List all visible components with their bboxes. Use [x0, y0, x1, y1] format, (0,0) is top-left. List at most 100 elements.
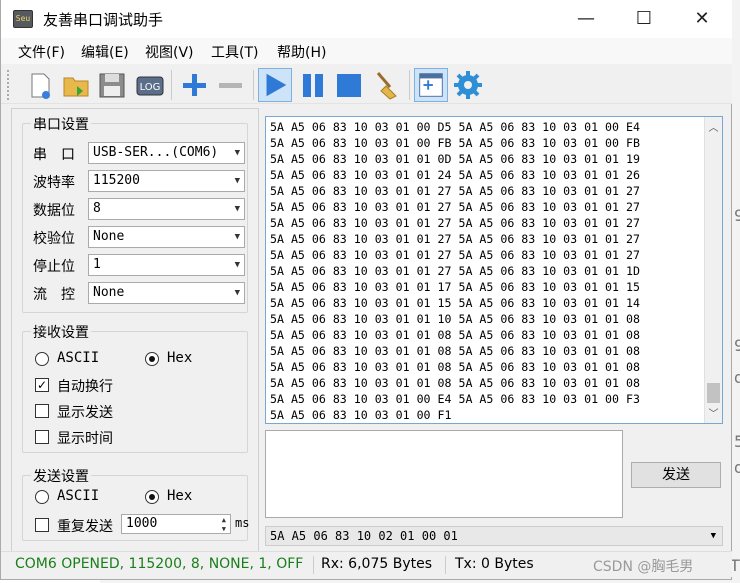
auto-wrap-checkbox[interactable]: ✓: [35, 378, 49, 392]
stop-icon[interactable]: [332, 68, 366, 102]
watermark: CSDN @胸毛男: [593, 559, 694, 575]
receive-hex-radio[interactable]: [145, 352, 159, 366]
databits-select[interactable]: 8 ▼: [88, 198, 245, 220]
app-window: Seu 友善串口调试助手 — ☐ ✕ 文件(F) 编辑(E) 视图(V) 工具(…: [0, 0, 732, 580]
send-button[interactable]: 发送: [631, 462, 721, 488]
show-time-checkbox[interactable]: [35, 430, 49, 444]
title-bar[interactable]: Seu 友善串口调试助手 — ☐ ✕: [1, 0, 732, 38]
status-separator: [313, 556, 314, 574]
toolbar-separator: [409, 70, 410, 100]
interval-value: 1000: [126, 516, 158, 531]
show-send-label: 显示发送: [57, 405, 113, 421]
repeat-send-checkbox[interactable]: [35, 518, 49, 532]
rx-count: Rx: 6,075 Bytes: [321, 556, 432, 572]
log-icon-label: LOG: [140, 82, 161, 93]
send-hex-label: Hex: [167, 488, 193, 504]
stopbits-label: 停止位: [33, 259, 75, 275]
send-hex-radio[interactable]: [145, 490, 159, 504]
chevron-down-icon: ▼: [234, 260, 240, 270]
send-ascii-radio[interactable]: [35, 490, 49, 504]
save-disk-icon[interactable]: [95, 68, 129, 102]
background-text: d: [734, 368, 740, 387]
send-history-select[interactable]: 5A A5 06 83 10 02 01 00 01 ▼: [265, 526, 723, 546]
gear-icon[interactable]: [451, 68, 485, 102]
menu-file[interactable]: 文件(F): [18, 42, 65, 62]
remove-icon[interactable]: [213, 68, 247, 102]
connection-status: COM6 OPENED, 115200, 8, NONE, 1, OFF: [15, 556, 304, 572]
status-separator: [445, 556, 446, 574]
log-icon[interactable]: LOG: [133, 68, 167, 102]
play-icon[interactable]: [258, 68, 292, 102]
pause-icon[interactable]: [296, 68, 330, 102]
minimize-button[interactable]: —: [557, 0, 615, 38]
serial-settings-group: 串口设置 串 口 USB-SER...(COM6) ▼ 波特率 115200 ▼ 数…: [22, 114, 248, 313]
receive-ascii-label: ASCII: [57, 350, 100, 366]
port-select[interactable]: USB-SER...(COM6) ▼: [88, 142, 245, 164]
app-logo-icon: Seu: [13, 10, 33, 28]
maximize-button[interactable]: ☐: [615, 0, 673, 38]
menu-help[interactable]: 帮助(H): [277, 42, 326, 62]
flow-select[interactable]: None ▼: [88, 282, 245, 304]
toolbar-grip[interactable]: [7, 70, 11, 100]
parity-label: 校验位: [33, 231, 75, 247]
toolbar-separator: [171, 70, 172, 100]
menu-bar: 文件(F) 编辑(E) 视图(V) 工具(T) 帮助(H): [1, 38, 732, 64]
interval-unit-label: ms: [235, 516, 250, 530]
background-text: 9: [734, 206, 740, 225]
repeat-interval-stepper[interactable]: 1000 ▲ ▼: [121, 514, 231, 534]
parity-select[interactable]: None ▼: [88, 226, 245, 248]
background-text: 9: [734, 336, 740, 355]
receive-settings-title: 接收设置: [31, 322, 91, 342]
show-time-label: 显示时间: [57, 431, 113, 447]
receive-ascii-radio[interactable]: [35, 352, 49, 366]
show-send-checkbox[interactable]: [35, 404, 49, 418]
new-file-icon[interactable]: [23, 68, 57, 102]
menu-view[interactable]: 视图(V): [145, 42, 194, 62]
chevron-down-icon: ▼: [234, 204, 240, 214]
spinner-arrows-icon[interactable]: ▲ ▼: [222, 516, 226, 534]
add-icon[interactable]: [177, 68, 211, 102]
parity-value: None: [93, 229, 125, 244]
chevron-down-icon: ▼: [234, 148, 240, 158]
broom-icon[interactable]: [370, 68, 404, 102]
stopbits-select[interactable]: 1 ▼: [88, 254, 245, 276]
menu-edit[interactable]: 编辑(E): [81, 42, 129, 62]
send-textarea[interactable]: [265, 430, 623, 518]
scrollbar-thumb[interactable]: [707, 383, 720, 403]
receive-textarea[interactable]: 5A A5 06 83 10 03 01 00 D5 5A A5 06 83 1…: [265, 116, 723, 424]
scroll-down-icon[interactable]: ﹀: [705, 405, 722, 422]
window-icon[interactable]: [414, 68, 448, 102]
toolbar: LOG: [1, 64, 732, 104]
background-text: d: [734, 458, 740, 477]
tx-count: Tx: 0 Bytes: [455, 556, 534, 572]
menu-tools[interactable]: 工具(T): [211, 42, 258, 62]
serial-settings-title: 串口设置: [31, 114, 91, 134]
receive-scrollbar[interactable]: ︿ ﹀: [704, 117, 722, 423]
chevron-down-icon: ▼: [234, 288, 240, 298]
receive-hex-label: Hex: [167, 350, 193, 366]
send-settings-group: 发送设置 ASCII Hex 重复发送 1000 ▲ ▼ ms: [22, 466, 250, 541]
background-text: 5: [734, 432, 740, 451]
auto-wrap-label: 自动换行: [57, 379, 113, 395]
toolbar-separator: [253, 70, 254, 100]
open-folder-icon[interactable]: [59, 68, 93, 102]
port-label: 串 口: [33, 147, 75, 163]
chevron-down-icon: ▼: [234, 176, 240, 186]
databits-label: 数据位: [33, 203, 75, 219]
flow-label: 流 控: [33, 287, 75, 303]
databits-value: 8: [93, 201, 101, 216]
window-title: 友善串口调试助手: [43, 11, 164, 29]
baud-label: 波特率: [33, 175, 75, 191]
send-history-value: 5A A5 06 83 10 02 01 00 01: [270, 529, 458, 543]
repeat-send-label: 重复发送: [57, 519, 113, 535]
baud-select[interactable]: 115200 ▼: [88, 170, 245, 192]
flow-value: None: [93, 285, 125, 300]
close-button[interactable]: ✕: [673, 0, 731, 38]
receive-settings-group: 接收设置 ASCII Hex ✓ 自动换行 显示发送 显示时间: [22, 322, 248, 453]
chevron-down-icon: ▼: [234, 232, 240, 242]
baud-value: 115200: [93, 173, 140, 188]
settings-panel: 串口设置 串 口 USB-SER...(COM6) ▼ 波特率 115200 ▼ 数…: [11, 108, 259, 554]
scroll-up-icon[interactable]: ︿: [705, 119, 722, 136]
receive-data-text: 5A A5 06 83 10 03 01 00 D5 5A A5 06 83 1…: [270, 120, 640, 422]
port-value: USB-SER...(COM6): [93, 145, 219, 160]
